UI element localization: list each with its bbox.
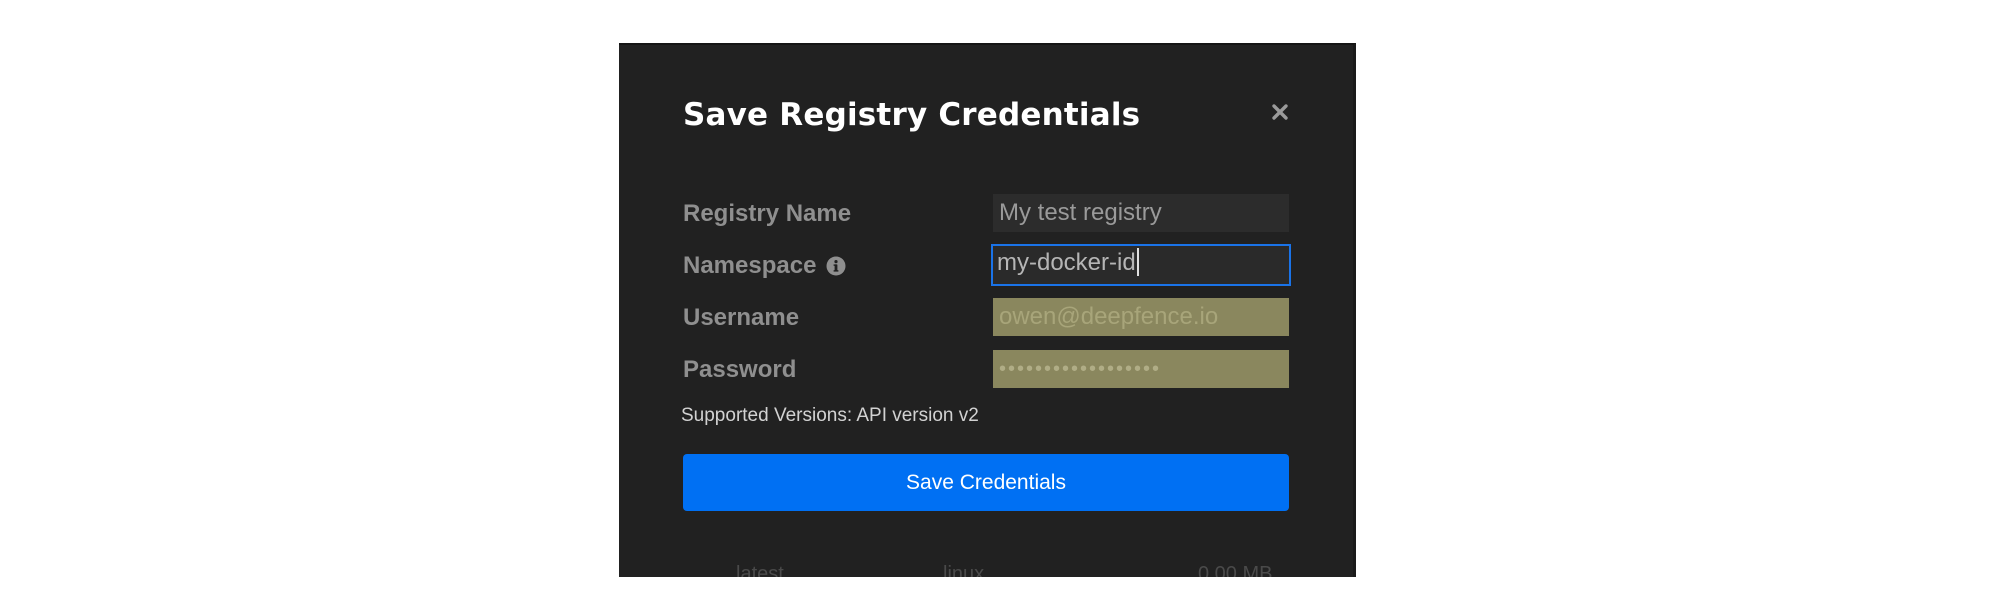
supported-versions-text: Supported Versions: API version v2 (681, 405, 979, 426)
registry-name-label: Registry Name (683, 200, 852, 227)
password-label: Password (683, 356, 797, 383)
background-row-os: linux (943, 563, 985, 577)
modal-title: Save Registry Credentials (683, 97, 1141, 133)
username-input[interactable]: owen@deepfence.io (993, 298, 1289, 336)
info-circle-icon[interactable] (826, 256, 846, 276)
close-icon (1268, 100, 1292, 124)
password-input[interactable]: •••••••••••••••••• (993, 350, 1289, 388)
close-button[interactable] (1268, 100, 1292, 124)
save-registry-credentials-modal: latest linux 0.00 MB Save Registry Crede… (619, 43, 1356, 577)
username-label: Username (683, 304, 800, 331)
save-credentials-button[interactable]: Save Credentials (683, 454, 1289, 511)
registry-name-input[interactable]: My test registry (993, 194, 1289, 232)
text-caret (1136, 247, 1139, 276)
namespace-input[interactable]: my-docker-id (991, 244, 1291, 286)
background-row-tag: latest (736, 563, 784, 577)
background-row-size: 0.00 MB (1198, 563, 1273, 577)
namespace-label: Namespace (683, 252, 846, 280)
